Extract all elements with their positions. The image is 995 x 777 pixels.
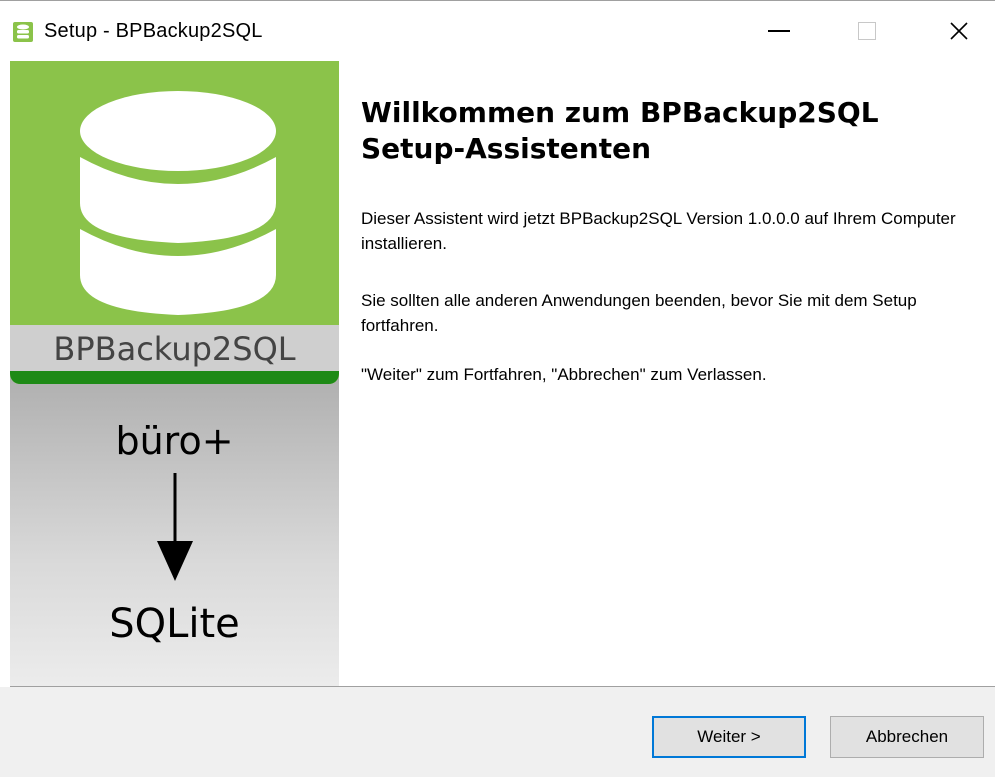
arrow-down-icon (157, 473, 193, 581)
next-button[interactable]: Weiter > (652, 716, 806, 758)
minimize-button[interactable] (748, 1, 810, 61)
database-icon (13, 22, 33, 42)
maximize-icon (858, 22, 876, 40)
welcome-heading: Willkommen zum BPBackup2SQL Setup-Assist… (361, 96, 879, 165)
close-button[interactable] (928, 1, 990, 61)
banner-product-name: BPBackup2SQL (10, 325, 339, 373)
banner-source-label: büro+ (115, 419, 234, 463)
intro-paragraph: Dieser Assistent wird jetzt BPBackup2SQL… (361, 209, 956, 253)
banner-green-stripe (10, 371, 339, 384)
banner-logo-area: BPBackup2SQL (10, 61, 339, 384)
cancel-button[interactable]: Abbrechen (830, 716, 984, 758)
window-title: Setup - BPBackup2SQL (44, 20, 263, 42)
minimize-icon (768, 30, 790, 32)
instructions-paragraph: "Weiter" zum Fortfahren, "Abbrechen" zum… (361, 365, 767, 384)
banner-target-label: SQLite (109, 601, 240, 647)
database-logo-icon (80, 91, 276, 315)
title-bar[interactable]: Setup - BPBackup2SQL (0, 1, 995, 61)
close-icon (950, 22, 968, 40)
maximize-button (836, 1, 898, 61)
footer-divider (10, 686, 995, 687)
wizard-banner-image: BPBackup2SQL büro+ SQLite (10, 61, 339, 686)
close-apps-paragraph: Sie sollten alle anderen Anwendungen bee… (361, 291, 917, 335)
setup-window: Setup - BPBackup2SQL BPBackup2SQL büro+ (0, 0, 995, 777)
